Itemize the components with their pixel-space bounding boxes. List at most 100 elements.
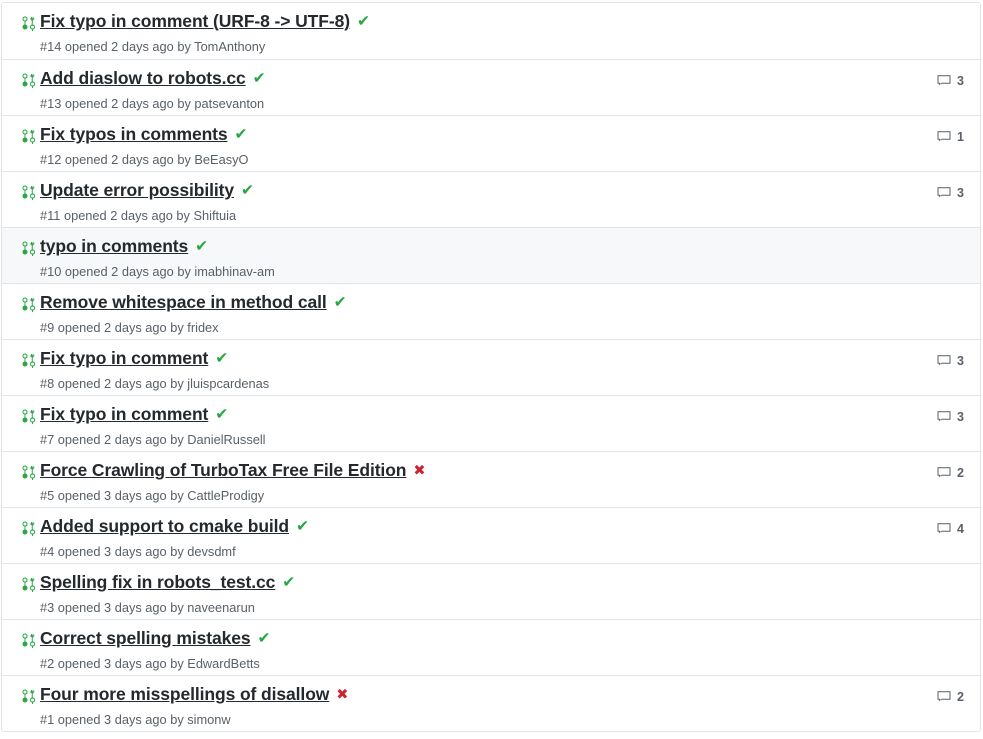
pull-request-comments-cell: 2 [860, 452, 980, 481]
pull-request-icon-cell [18, 116, 40, 144]
pull-request-title-link[interactable]: typo in comments [40, 236, 188, 258]
pull-request-row-2[interactable]: Correct spelling mistakes ✔ #2 opened 3 … [2, 619, 980, 675]
pull-request-row-5[interactable]: Force Crawling of TurboTax Free File Edi… [2, 451, 980, 507]
pull-request-comments-cell [860, 228, 980, 257]
pull-request-comments-cell: 4 [860, 508, 980, 537]
pull-request-row-3[interactable]: Spelling fix in robots_test.cc ✔ #3 open… [2, 563, 980, 619]
comment-count-value: 1 [957, 129, 964, 144]
pull-request-title-line: Fix typo in comment ✔ [40, 404, 850, 426]
comment-count-link[interactable]: 3 [936, 409, 964, 425]
pull-request-icon-cell [18, 620, 40, 648]
git-pull-request-icon [22, 129, 35, 144]
pull-request-icon-cell [18, 60, 40, 88]
pull-request-meta: #13 opened 2 days ago by patsevanton [40, 95, 265, 111]
comment-count-link[interactable]: 1 [936, 129, 964, 145]
comment-count-link[interactable]: 3 [936, 185, 964, 201]
pull-request-main: Fix typos in comments ✔ #12 opened 2 day… [40, 116, 860, 169]
pull-request-icon-cell [18, 228, 40, 256]
pull-request-row-12[interactable]: Fix typos in comments ✔ #12 opened 2 day… [2, 115, 980, 171]
comment-count-link[interactable]: 2 [936, 689, 964, 705]
comment-count-link[interactable]: 2 [936, 465, 964, 481]
comment-count-link[interactable]: 4 [936, 521, 964, 537]
pull-request-comments-cell: 3 [860, 396, 980, 425]
pull-request-meta: #4 opened 3 days ago by devsdmf [40, 543, 236, 559]
pull-request-title-link[interactable]: Four more misspellings of disallow [40, 684, 329, 706]
pull-request-main: typo in comments ✔ #10 opened 2 days ago… [40, 228, 860, 281]
check-icon: ✔ [257, 630, 271, 648]
pull-request-main: Fix typo in comment ✔ #8 opened 2 days a… [40, 340, 860, 393]
pull-request-meta: #10 opened 2 days ago by imabhinav-am [40, 263, 275, 279]
pull-request-title-link[interactable]: Correct spelling mistakes [40, 628, 251, 650]
pull-request-icon-cell [18, 396, 40, 424]
comment-bubble-icon [937, 523, 951, 534]
pull-request-meta: #5 opened 3 days ago by CattleProdigy [40, 487, 265, 503]
pull-request-icon-cell [18, 676, 40, 704]
check-icon: ✔ [215, 406, 229, 424]
pull-request-list: Fix typo in comment (URF-8 -> UTF-8) ✔ #… [1, 2, 981, 732]
pull-request-title-link[interactable]: Force Crawling of TurboTax Free File Edi… [40, 460, 406, 482]
check-icon: ✔ [252, 70, 266, 88]
pull-request-meta: #7 opened 2 days ago by DanielRussell [40, 431, 266, 447]
pull-request-icon-cell [18, 3, 40, 31]
check-icon: ✔ [296, 518, 310, 536]
pull-request-title-link[interactable]: Add diaslow to robots.cc [40, 68, 246, 90]
pull-request-title-link[interactable]: Spelling fix in robots_test.cc [40, 572, 275, 594]
pull-request-row-4[interactable]: Added support to cmake build ✔ #4 opened… [2, 507, 980, 563]
pull-request-main: Add diaslow to robots.cc ✔ #13 opened 2 … [40, 60, 860, 113]
comment-count-value: 3 [957, 409, 964, 424]
git-pull-request-icon [22, 521, 35, 536]
pull-request-title-line: Force Crawling of TurboTax Free File Edi… [40, 460, 850, 482]
pull-request-row-8[interactable]: Fix typo in comment ✔ #8 opened 2 days a… [2, 339, 980, 395]
comment-count-value: 3 [957, 73, 964, 88]
comment-bubble-icon [937, 691, 951, 702]
pull-request-title-line: Spelling fix in robots_test.cc ✔ [40, 572, 850, 594]
pull-request-title-line: Fix typo in comment ✔ [40, 348, 850, 370]
pull-request-row-13[interactable]: Add diaslow to robots.cc ✔ #13 opened 2 … [2, 59, 980, 115]
comment-count-link[interactable]: 3 [936, 73, 964, 89]
pull-request-comments-cell: 2 [860, 676, 980, 705]
pull-request-title-line: Fix typo in comment (URF-8 -> UTF-8) ✔ [40, 11, 850, 33]
check-icon: ✔ [195, 238, 209, 256]
pull-request-icon-cell [18, 564, 40, 592]
pull-request-main: Four more misspellings of disallow ✖ #1 … [40, 676, 860, 729]
pull-request-icon-cell [18, 284, 40, 312]
pull-request-row-10[interactable]: typo in comments ✔ #10 opened 2 days ago… [2, 227, 980, 283]
git-pull-request-icon [22, 409, 35, 424]
comment-bubble-icon [937, 355, 951, 366]
check-icon: ✔ [234, 126, 248, 144]
pull-request-main: Remove whitespace in method call ✔ #9 op… [40, 284, 860, 337]
pull-request-comments-cell [860, 620, 980, 649]
pull-request-title-link[interactable]: Fix typo in comment (URF-8 -> UTF-8) [40, 11, 350, 33]
pull-request-title-line: Add diaslow to robots.cc ✔ [40, 68, 850, 90]
comment-count-link[interactable]: 3 [936, 353, 964, 369]
comment-bubble-icon [937, 131, 951, 142]
git-pull-request-icon [22, 577, 35, 592]
pull-request-icon-cell [18, 452, 40, 480]
pull-request-row-1[interactable]: Four more misspellings of disallow ✖ #1 … [2, 675, 980, 731]
pull-request-title-link[interactable]: Fix typo in comment [40, 404, 208, 426]
comment-bubble-icon [937, 187, 951, 198]
comment-count-value: 3 [957, 353, 964, 368]
pull-request-main: Fix typo in comment (URF-8 -> UTF-8) ✔ #… [40, 3, 860, 56]
comment-count-value: 4 [957, 521, 964, 536]
pull-request-title-link[interactable]: Update error possibility [40, 180, 234, 202]
pull-request-title-link[interactable]: Added support to cmake build [40, 516, 289, 538]
pull-request-title-link[interactable]: Remove whitespace in method call [40, 292, 327, 314]
pull-request-comments-cell [860, 284, 980, 313]
pull-request-row-11[interactable]: Update error possibility ✔ #11 opened 2 … [2, 171, 980, 227]
check-icon: ✔ [333, 294, 347, 312]
pull-request-row-14[interactable]: Fix typo in comment (URF-8 -> UTF-8) ✔ #… [2, 3, 980, 59]
pull-request-title-link[interactable]: Fix typos in comments [40, 124, 228, 146]
pull-request-row-9[interactable]: Remove whitespace in method call ✔ #9 op… [2, 283, 980, 339]
pull-request-meta: #14 opened 2 days ago by TomAnthony [40, 38, 266, 54]
pull-request-title-line: Four more misspellings of disallow ✖ [40, 684, 850, 706]
pull-request-title-line: Fix typos in comments ✔ [40, 124, 850, 146]
pull-request-row-7[interactable]: Fix typo in comment ✔ #7 opened 2 days a… [2, 395, 980, 451]
page-root: Fix typo in comment (URF-8 -> UTF-8) ✔ #… [0, 0, 983, 739]
pull-request-title-link[interactable]: Fix typo in comment [40, 348, 208, 370]
pull-request-icon-cell [18, 340, 40, 368]
x-icon: ✖ [413, 462, 426, 479]
comment-count-value: 2 [957, 465, 964, 480]
git-pull-request-icon [22, 241, 35, 256]
git-pull-request-icon [22, 633, 35, 648]
